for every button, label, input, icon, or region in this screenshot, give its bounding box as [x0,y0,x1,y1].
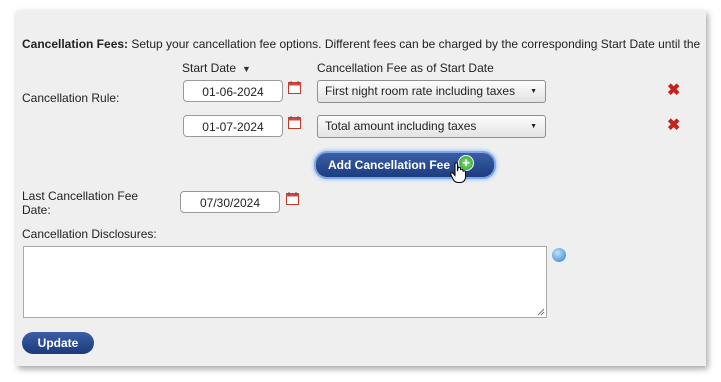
intro-label: Cancellation Fees: [22,37,129,51]
last-fee-date-label-line1: Last Cancellation Fee [22,189,139,203]
cancellation-rule-label: Cancellation Rule: [22,91,120,105]
disclosures-label: Cancellation Disclosures: [22,227,157,241]
dropdown-caret-icon: ▼ [530,123,537,130]
delete-rule-icon[interactable]: ✖ [667,83,680,99]
dropdown-caret-icon: ▼ [530,88,537,95]
last-fee-date-input[interactable]: 07/30/2024 [180,191,280,213]
start-date-header[interactable]: Start Date ▼ [182,61,251,75]
calendar-icon[interactable] [288,81,301,94]
rule-start-date-input[interactable]: 01-07-2024 [183,115,283,137]
rule-fee-select[interactable]: First night room rate including taxes ▼ [317,80,546,103]
disclosures-textarea[interactable] [23,246,547,318]
sort-down-icon[interactable]: ▼ [242,64,251,74]
calendar-icon[interactable] [286,192,299,205]
fee-header: Cancellation Fee as of Start Date [317,61,494,75]
globe-icon[interactable] [552,248,566,262]
cancellation-fees-panel: Cancellation Fees: Setup your cancellati… [16,10,706,366]
hand-cursor-icon [450,162,466,183]
last-fee-date-label-line2: Date: [22,203,51,217]
last-fee-date-label: Last Cancellation Fee Date: [22,189,138,217]
calendar-icon[interactable] [288,116,301,129]
start-date-header-label: Start Date [182,61,237,75]
rule-fee-select-value: First night room rate including taxes [325,84,516,98]
resize-handle-icon[interactable] [537,308,545,316]
intro-text: Cancellation Fees: Setup your cancellati… [22,37,700,51]
rule-start-date-input[interactable]: 01-06-2024 [183,80,283,102]
rule-fee-select-value: Total amount including taxes [325,119,477,133]
update-button[interactable]: Update [22,332,94,354]
intro-description: Setup your cancellation fee options. Dif… [128,37,701,51]
rule-fee-select[interactable]: Total amount including taxes ▼ [317,115,546,138]
delete-rule-icon[interactable]: ✖ [667,118,680,134]
